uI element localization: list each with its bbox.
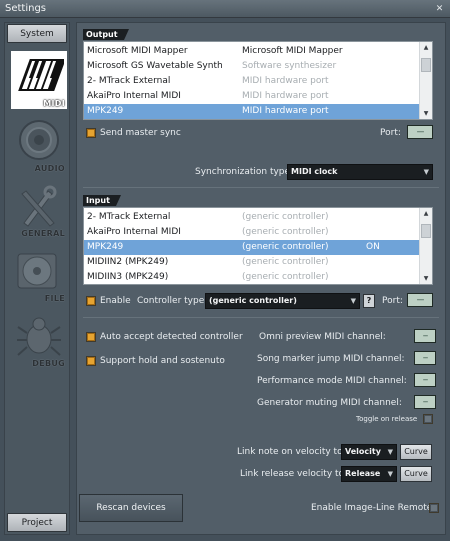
scroll-down-icon[interactable]: ▼ (420, 108, 432, 119)
omni-preview-channel[interactable]: -- (414, 329, 436, 343)
output-device-list[interactable]: Microsoft MIDI Mapper Microsoft MIDI Map… (83, 41, 433, 120)
disc-icon (17, 253, 57, 289)
toggle-on-release-label: Toggle on release (356, 415, 418, 423)
window-title: Settings (5, 3, 47, 14)
output-port-display[interactable]: --- (407, 125, 433, 139)
sidebar-item-debug[interactable]: DEBUG (11, 311, 67, 369)
sync-type-label: Synchronization type: (195, 167, 294, 177)
scroll-down-icon[interactable]: ▼ (420, 273, 432, 284)
controller-type-dropdown[interactable]: (generic controller) ▼ (205, 293, 360, 309)
enable-remote-label: Enable Image-Line Remote (311, 503, 433, 513)
input-device-list[interactable]: 2- MTrack External (generic controller) … (83, 207, 433, 285)
support-hold-label: Support hold and sostenuto (100, 356, 225, 366)
send-master-sync-checkbox[interactable] (86, 128, 96, 138)
bug-icon (17, 317, 61, 356)
link-release-curve-button[interactable]: Curve (400, 466, 432, 482)
support-hold-checkbox[interactable] (86, 356, 96, 366)
scroll-thumb[interactable] (421, 58, 431, 72)
generator-muting-channel[interactable]: -- (414, 395, 436, 409)
sidebar-item-label: GENERAL (21, 229, 65, 238)
divider (83, 187, 439, 188)
link-note-label: Link note on velocity to: (237, 447, 346, 457)
output-port-label: Port: (380, 128, 401, 138)
omni-preview-label: Omni preview MIDI channel: (259, 332, 386, 342)
link-release-label: Link release velocity to: (240, 469, 348, 479)
tools-icon (21, 185, 57, 227)
auto-accept-checkbox[interactable] (86, 332, 96, 342)
chevron-down-icon: ▼ (350, 297, 356, 305)
close-icon[interactable]: ✕ (433, 3, 446, 15)
enable-label: Enable (100, 296, 131, 306)
sidebar-item-audio[interactable]: AUDIO (11, 116, 67, 174)
link-note-dropdown[interactable]: Velocity ▼ (341, 444, 397, 460)
send-master-sync-label: Send master sync (100, 128, 181, 138)
speaker-icon (19, 120, 59, 160)
sidebar-item-label: FILE (44, 294, 65, 303)
input-list-scrollbar[interactable]: ▲ ▼ (419, 208, 432, 284)
sidebar: System MIDI AUDIO GENERAL FILE DEBUG Pro… (4, 22, 70, 535)
link-release-dropdown[interactable]: Release ▼ (341, 466, 397, 482)
sidebar-item-label: MIDI (43, 99, 65, 108)
list-item[interactable]: Microsoft MIDI Mapper Microsoft MIDI Map… (84, 44, 432, 59)
list-item[interactable]: AkaiPro Internal MIDI (generic controlle… (84, 225, 432, 240)
sidebar-item-label: AUDIO (34, 164, 65, 173)
help-button[interactable]: ? (363, 294, 375, 308)
controller-type-label: Controller type: (137, 296, 208, 306)
chevron-down-icon: ▼ (387, 448, 393, 456)
sync-type-dropdown[interactable]: MIDI clock ▼ (287, 164, 433, 180)
midi-keys-icon (18, 59, 64, 91)
list-item[interactable]: 2- MTrack External MIDI hardware port (84, 74, 432, 89)
divider (83, 317, 439, 318)
enable-checkbox[interactable] (86, 296, 96, 306)
input-port-display[interactable]: --- (407, 293, 433, 307)
status-badge: ON (366, 242, 380, 252)
list-item[interactable]: Microsoft GS Wavetable Synth Software sy… (84, 59, 432, 74)
list-item-selected[interactable]: MPK249 MIDI hardware port (84, 104, 432, 119)
sidebar-item-label: DEBUG (32, 359, 65, 368)
list-item[interactable]: MIDIIN3 (MPK249) (generic controller) (84, 270, 432, 284)
link-note-curve-button[interactable]: Curve (400, 444, 432, 460)
input-section-tag: Input (83, 195, 121, 206)
performance-mode-channel[interactable]: -- (414, 373, 436, 387)
settings-panel: Output Microsoft MIDI Mapper Microsoft M… (76, 22, 446, 535)
list-item-selected[interactable]: MPK249 (generic controller) ON (84, 240, 432, 255)
output-list-scrollbar[interactable]: ▲ ▼ (419, 42, 432, 119)
toggle-on-release-checkbox[interactable] (423, 414, 433, 424)
song-marker-label: Song marker jump MIDI channel: (257, 354, 405, 364)
title-bar: Settings ✕ (0, 0, 450, 18)
song-marker-channel[interactable]: -- (414, 351, 436, 365)
scroll-up-icon[interactable]: ▲ (420, 42, 432, 53)
chevron-down-icon: ▼ (423, 168, 429, 176)
auto-accept-label: Auto accept detected controller (100, 332, 243, 342)
performance-mode-label: Performance mode MIDI channel: (257, 376, 407, 386)
sidebar-item-general[interactable]: GENERAL (11, 181, 67, 239)
input-port-label: Port: (382, 296, 403, 306)
sidebar-item-file[interactable]: FILE (11, 246, 67, 304)
list-item[interactable]: 2- MTrack External (generic controller) (84, 210, 432, 225)
output-section-tag: Output (83, 29, 129, 40)
chevron-down-icon: ▼ (387, 470, 393, 478)
list-item[interactable]: MIDIIN2 (MPK249) (generic controller) (84, 255, 432, 270)
rescan-devices-button[interactable]: Rescan devices (79, 494, 183, 522)
scroll-up-icon[interactable]: ▲ (420, 208, 432, 219)
enable-remote-checkbox[interactable] (429, 503, 439, 513)
generator-muting-label: Generator muting MIDI channel: (257, 398, 402, 408)
scroll-thumb[interactable] (421, 224, 431, 238)
list-item[interactable]: AkaiPro Internal MIDI MIDI hardware port (84, 89, 432, 104)
project-button[interactable]: Project (7, 513, 67, 532)
sidebar-item-midi[interactable]: MIDI (11, 51, 67, 109)
system-button[interactable]: System (7, 24, 67, 43)
